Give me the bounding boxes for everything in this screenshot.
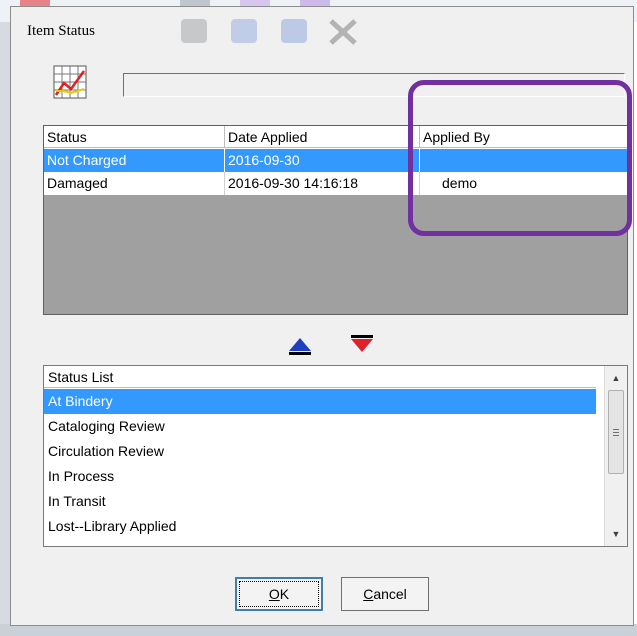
dialog-title: Item Status [27,23,95,39]
cell-status: Damaged [44,172,225,195]
list-item-in-process[interactable]: In Process [44,464,596,489]
scrollbar-thumb[interactable] [608,390,624,474]
grip-icon [613,429,619,437]
move-up-button[interactable] [287,333,313,357]
cancel-button[interactable]: Cancel [341,577,429,611]
cancel-accel-key: C [363,586,374,602]
list-item-in-transit[interactable]: In Transit [44,489,596,514]
cell-date-applied: 2016-09-30 [225,149,420,172]
faded-toolbar-icons [181,19,357,45]
cell-status: Not Charged [44,149,225,172]
status-list-scrollbar[interactable]: ▲ ▼ [604,366,627,546]
triangle-down-icon [351,339,373,352]
status-list-header: Status List [44,366,596,388]
annotation-highlight-box [408,80,632,236]
cell-date-applied: 2016-09-30 14:16:18 [225,172,420,195]
column-header-date-applied[interactable]: Date Applied [225,126,420,148]
move-down-button[interactable] [349,333,375,357]
list-item-at-bindery[interactable]: At Bindery [44,389,596,414]
chart-icon [53,65,87,99]
ok-button[interactable]: OK [235,577,323,611]
scroll-up-arrow-icon[interactable]: ▲ [605,368,627,388]
list-item-cataloging-review[interactable]: Cataloging Review [44,414,596,439]
triangle-up-icon [289,338,311,351]
column-header-status[interactable]: Status [44,126,225,148]
cancel-label: ancel [373,586,407,602]
list-item-circulation-review[interactable]: Circulation Review [44,439,596,464]
scroll-down-arrow-icon[interactable]: ▼ [605,524,627,544]
list-item-lost-library-applied[interactable]: Lost--Library Applied [44,514,596,539]
status-list[interactable]: Status List At Bindery Cataloging Review… [43,365,628,547]
